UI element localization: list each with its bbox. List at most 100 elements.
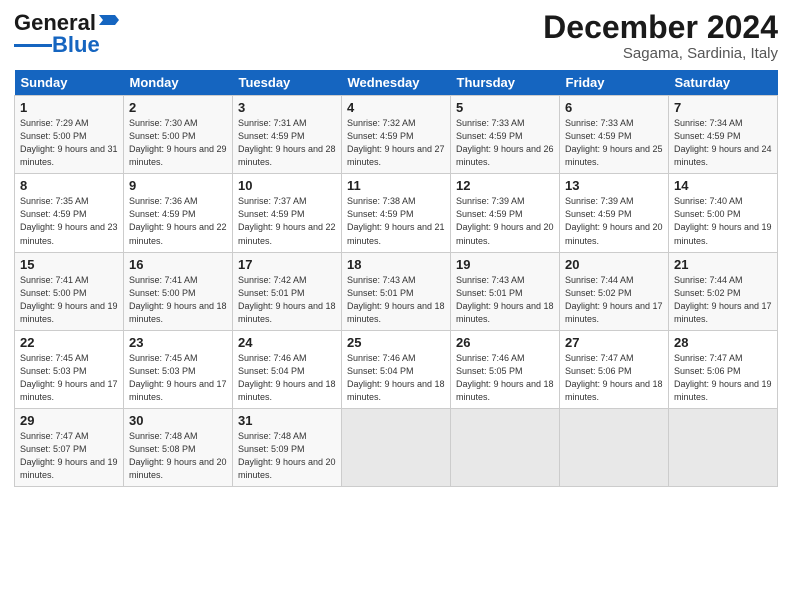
- day-info: Sunrise: 7:29 AM Sunset: 5:00 PM Dayligh…: [20, 117, 118, 169]
- day-cell: 31 Sunrise: 7:48 AM Sunset: 5:09 PM Dayli…: [233, 408, 342, 486]
- day-info: Sunrise: 7:43 AM Sunset: 5:01 PM Dayligh…: [456, 274, 554, 326]
- day-number: 24: [238, 335, 336, 350]
- day-info: Sunrise: 7:33 AM Sunset: 4:59 PM Dayligh…: [565, 117, 663, 169]
- day-header-saturday: Saturday: [669, 70, 778, 96]
- day-number: 6: [565, 100, 663, 115]
- day-number: 21: [674, 257, 772, 272]
- day-cell: 1 Sunrise: 7:29 AM Sunset: 5:00 PM Daylig…: [15, 96, 124, 174]
- day-header-thursday: Thursday: [451, 70, 560, 96]
- day-number: 14: [674, 178, 772, 193]
- day-info: Sunrise: 7:31 AM Sunset: 4:59 PM Dayligh…: [238, 117, 336, 169]
- day-cell: 26Sunrise: 7:46 AM Sunset: 5:05 PM Dayli…: [451, 330, 560, 408]
- day-info: Sunrise: 7:42 AM Sunset: 5:01 PM Dayligh…: [238, 274, 336, 326]
- day-header-friday: Friday: [560, 70, 669, 96]
- day-cell: 10Sunrise: 7:37 AM Sunset: 4:59 PM Dayli…: [233, 174, 342, 252]
- day-info: Sunrise: 7:47 AM Sunset: 5:06 PM Dayligh…: [674, 352, 772, 404]
- day-number: 19: [456, 257, 554, 272]
- logo-blue: Blue: [52, 32, 100, 58]
- day-number: 3: [238, 100, 336, 115]
- title-block: December 2024 Sagama, Sardinia, Italy: [543, 10, 778, 62]
- day-info: Sunrise: 7:39 AM Sunset: 4:59 PM Dayligh…: [565, 195, 663, 247]
- day-number: 28: [674, 335, 772, 350]
- day-cell: 22 Sunrise: 7:45 AM Sunset: 5:03 PM Dayli…: [15, 330, 124, 408]
- day-header-tuesday: Tuesday: [233, 70, 342, 96]
- day-cell: 15 Sunrise: 7:41 AM Sunset: 5:00 PM Dayli…: [15, 252, 124, 330]
- day-info: Sunrise: 7:43 AM Sunset: 5:01 PM Dayligh…: [347, 274, 445, 326]
- day-cell: 17 Sunrise: 7:42 AM Sunset: 5:01 PM Dayli…: [233, 252, 342, 330]
- day-header-sunday: Sunday: [15, 70, 124, 96]
- day-info: Sunrise: 7:45 AM Sunset: 5:03 PM Dayligh…: [129, 352, 227, 404]
- day-info: Sunrise: 7:34 AM Sunset: 4:59 PM Dayligh…: [674, 117, 772, 169]
- day-number: 1: [20, 100, 118, 115]
- day-number: 12: [456, 178, 554, 193]
- day-cell: 7 Sunrise: 7:34 AM Sunset: 4:59 PM Daylig…: [669, 96, 778, 174]
- day-cell: 12 Sunrise: 7:39 AM Sunset: 4:59 PM Dayli…: [451, 174, 560, 252]
- day-number: 25: [347, 335, 445, 350]
- day-info: Sunrise: 7:46 AM Sunset: 5:04 PM Dayligh…: [238, 352, 336, 404]
- header-row: SundayMondayTuesdayWednesdayThursdayFrid…: [15, 70, 778, 96]
- day-cell: 8Sunrise: 7:35 AM Sunset: 4:59 PM Daylig…: [15, 174, 124, 252]
- day-cell: 5 Sunrise: 7:33 AM Sunset: 4:59 PM Daylig…: [451, 96, 560, 174]
- day-info: Sunrise: 7:48 AM Sunset: 5:09 PM Dayligh…: [238, 430, 336, 482]
- day-cell: 6 Sunrise: 7:33 AM Sunset: 4:59 PM Daylig…: [560, 96, 669, 174]
- day-cell: 24 Sunrise: 7:46 AM Sunset: 5:04 PM Dayli…: [233, 330, 342, 408]
- day-info: Sunrise: 7:45 AM Sunset: 5:03 PM Dayligh…: [20, 352, 118, 404]
- header: General Blue December 2024 Sagama, Sardi…: [14, 10, 778, 62]
- day-header-wednesday: Wednesday: [342, 70, 451, 96]
- logo-underline: [14, 44, 52, 47]
- day-info: Sunrise: 7:47 AM Sunset: 5:06 PM Dayligh…: [565, 352, 663, 404]
- calendar-table: SundayMondayTuesdayWednesdayThursdayFrid…: [14, 70, 778, 487]
- logo-arrow-icon: [97, 9, 119, 31]
- week-row-4: 22 Sunrise: 7:45 AM Sunset: 5:03 PM Dayli…: [15, 330, 778, 408]
- day-cell: 21Sunrise: 7:44 AM Sunset: 5:02 PM Dayli…: [669, 252, 778, 330]
- day-cell: 30Sunrise: 7:48 AM Sunset: 5:08 PM Dayli…: [124, 408, 233, 486]
- day-info: Sunrise: 7:41 AM Sunset: 5:00 PM Dayligh…: [129, 274, 227, 326]
- day-number: 23: [129, 335, 227, 350]
- day-number: 5: [456, 100, 554, 115]
- day-number: 13: [565, 178, 663, 193]
- day-cell: [451, 408, 560, 486]
- day-number: 22: [20, 335, 118, 350]
- day-info: Sunrise: 7:41 AM Sunset: 5:00 PM Dayligh…: [20, 274, 118, 326]
- day-info: Sunrise: 7:30 AM Sunset: 5:00 PM Dayligh…: [129, 117, 227, 169]
- day-cell: [560, 408, 669, 486]
- day-cell: 14 Sunrise: 7:40 AM Sunset: 5:00 PM Dayli…: [669, 174, 778, 252]
- logo: General Blue: [14, 10, 119, 58]
- day-cell: 18Sunrise: 7:43 AM Sunset: 5:01 PM Dayli…: [342, 252, 451, 330]
- week-row-1: 1 Sunrise: 7:29 AM Sunset: 5:00 PM Daylig…: [15, 96, 778, 174]
- day-info: Sunrise: 7:32 AM Sunset: 4:59 PM Dayligh…: [347, 117, 445, 169]
- day-number: 4: [347, 100, 445, 115]
- day-info: Sunrise: 7:39 AM Sunset: 4:59 PM Dayligh…: [456, 195, 554, 247]
- day-cell: 20 Sunrise: 7:44 AM Sunset: 5:02 PM Dayli…: [560, 252, 669, 330]
- day-cell: 29 Sunrise: 7:47 AM Sunset: 5:07 PM Dayli…: [15, 408, 124, 486]
- day-number: 27: [565, 335, 663, 350]
- day-info: Sunrise: 7:38 AM Sunset: 4:59 PM Dayligh…: [347, 195, 445, 247]
- location: Sagama, Sardinia, Italy: [543, 45, 778, 62]
- week-row-5: 29 Sunrise: 7:47 AM Sunset: 5:07 PM Dayli…: [15, 408, 778, 486]
- day-number: 31: [238, 413, 336, 428]
- day-number: 29: [20, 413, 118, 428]
- day-cell: 11 Sunrise: 7:38 AM Sunset: 4:59 PM Dayli…: [342, 174, 451, 252]
- day-info: Sunrise: 7:35 AM Sunset: 4:59 PM Dayligh…: [20, 195, 118, 247]
- day-cell: 9 Sunrise: 7:36 AM Sunset: 4:59 PM Daylig…: [124, 174, 233, 252]
- day-info: Sunrise: 7:36 AM Sunset: 4:59 PM Dayligh…: [129, 195, 227, 247]
- day-cell: 4 Sunrise: 7:32 AM Sunset: 4:59 PM Daylig…: [342, 96, 451, 174]
- day-number: 9: [129, 178, 227, 193]
- day-cell: [669, 408, 778, 486]
- day-info: Sunrise: 7:40 AM Sunset: 5:00 PM Dayligh…: [674, 195, 772, 247]
- day-info: Sunrise: 7:33 AM Sunset: 4:59 PM Dayligh…: [456, 117, 554, 169]
- day-number: 15: [20, 257, 118, 272]
- day-number: 30: [129, 413, 227, 428]
- day-cell: 3 Sunrise: 7:31 AM Sunset: 4:59 PM Daylig…: [233, 96, 342, 174]
- day-info: Sunrise: 7:47 AM Sunset: 5:07 PM Dayligh…: [20, 430, 118, 482]
- day-number: 16: [129, 257, 227, 272]
- day-info: Sunrise: 7:37 AM Sunset: 4:59 PM Dayligh…: [238, 195, 336, 247]
- main-container: General Blue December 2024 Sagama, Sardi…: [0, 0, 792, 497]
- day-info: Sunrise: 7:44 AM Sunset: 5:02 PM Dayligh…: [565, 274, 663, 326]
- day-number: 20: [565, 257, 663, 272]
- day-number: 11: [347, 178, 445, 193]
- day-number: 7: [674, 100, 772, 115]
- day-number: 17: [238, 257, 336, 272]
- day-number: 2: [129, 100, 227, 115]
- day-number: 26: [456, 335, 554, 350]
